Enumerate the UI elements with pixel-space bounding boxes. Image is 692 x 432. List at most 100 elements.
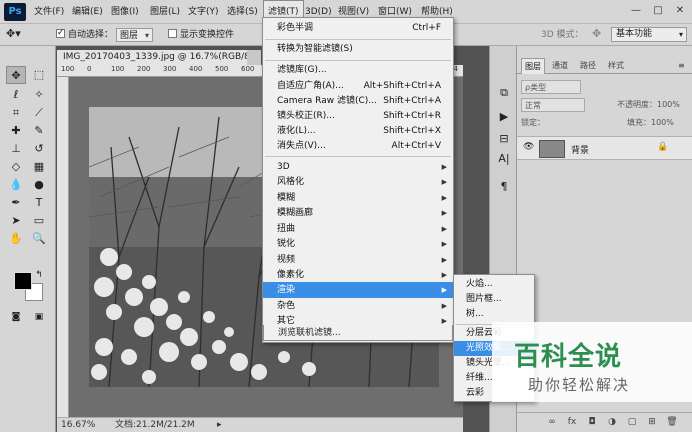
path-select-icon[interactable]: ➤ [6,212,26,230]
character-panel-icon[interactable]: A| [494,150,514,168]
menu-item-flame[interactable]: 火焰... [454,277,534,292]
menu-layer[interactable]: 图层(L) [146,0,184,24]
show-transform-checkbox[interactable]: 显示变换控件 [168,28,234,42]
menu-item-stylize[interactable]: 风格化 ▶ [263,174,453,190]
crop-tool-icon[interactable]: ⌗ [6,104,26,122]
hand-tool-icon[interactable]: ✋ [6,230,26,248]
menu-item-video[interactable]: 视频 ▶ [263,252,453,268]
menu-item-smart-filter[interactable]: 转换为智能滤镜(S) [263,41,453,57]
dodge-tool-icon[interactable]: ● [29,176,49,194]
menu-image[interactable]: 图像(I) [107,0,143,24]
zoom-level[interactable]: 16.67% [61,418,95,432]
blur-tool-icon[interactable]: 💧 [6,176,26,194]
pen-tool-icon[interactable]: ✒ [6,194,26,212]
history-brush-icon[interactable]: ↺ [29,140,49,158]
gradient-icon[interactable]: ▦ [29,158,49,176]
quick-mask-icon[interactable]: ◙ [6,308,26,326]
fill-field[interactable]: 填充：100% [627,116,674,130]
menu-item-filter-gallery[interactable]: 滤镜库(G)... [263,62,453,78]
layer-name[interactable]: 背景 [571,143,589,156]
menu-item-sharpen[interactable]: 锐化 ▶ [263,236,453,252]
menu-item-halftone[interactable]: 彩色半调 Ctrl+F [263,20,453,36]
foreground-color-swatch[interactable] [14,272,32,290]
layer-row-background[interactable]: 👁 背景 🔒 [517,136,692,160]
brush-tool-icon[interactable]: ✎ [29,122,49,140]
menu-item-browse-online-filters[interactable]: 浏览联机滤镜... [263,325,453,341]
menu-item-camera-raw[interactable]: Camera Raw 滤镜(C)... Shift+Ctrl+A [263,93,453,109]
menu-shortcut: Alt+Ctrl+V [391,141,441,151]
menu-item-label: 浏览联机滤镜... [278,328,341,338]
menu-item-adaptive-wide-angle[interactable]: 自适应广角(A)... Alt+Shift+Ctrl+A [263,78,453,94]
tab-channels[interactable]: 通道 [549,58,571,74]
menu-item-tree[interactable]: 树... [454,307,534,322]
tab-paths[interactable]: 路径 [577,58,599,74]
auto-select-value[interactable]: 图层 [116,28,154,43]
shape-tool-icon[interactable]: ▭ [29,212,49,230]
layer-kind-filter[interactable]: ρ类型 [521,80,581,94]
marquee-tool-icon[interactable]: ⬚ [29,66,49,84]
menu-item-noise[interactable]: 杂色 ▶ [263,298,453,314]
menu-type[interactable]: 文字(Y) [184,0,223,24]
auto-select-checkbox[interactable]: 自动选择： [56,26,113,42]
menu-item-picture-frame[interactable]: 图片框... [454,292,534,307]
adjustment-layer-icon[interactable]: ◑ [605,415,619,429]
blend-mode-dropdown[interactable]: 正常 [521,98,585,112]
checkbox-checked-icon[interactable] [56,26,65,40]
link-layers-icon[interactable]: ∞ [545,415,559,429]
photoshop-logo: Ps [4,3,26,21]
move-tool-icon[interactable]: ✥ [6,66,26,84]
status-bar: 16.67% 文档:21.2M/21.2M ▸ [57,417,463,432]
type-tool-icon[interactable]: T [29,194,49,212]
screen-mode-icon[interactable]: ▣ [29,308,49,326]
add-mask-icon[interactable]: ◘ [585,415,599,429]
menu-item-3d[interactable]: 3D ▶ [263,159,453,175]
visibility-eye-icon[interactable]: 👁 [523,142,534,152]
layer-thumbnail [539,140,565,158]
trash-icon[interactable]: 🗑 [665,415,679,429]
swap-colors-icon[interactable]: ↰ [29,266,49,284]
eraser-icon[interactable]: ◇ [6,158,26,176]
menu-item-distort[interactable]: 扭曲 ▶ [263,221,453,237]
checkbox-unchecked-icon[interactable] [168,29,177,38]
close-icon[interactable]: ✕ [670,2,690,20]
actions-panel-icon[interactable]: ▶ [494,108,514,126]
properties-panel-icon[interactable]: ⊟ [494,130,514,148]
opacity-field[interactable]: 不透明度：100% [617,98,680,112]
fx-icon[interactable]: fx [565,415,579,429]
new-group-icon[interactable]: ▢ [625,415,639,429]
lasso-tool-icon[interactable]: ℓ [6,86,26,104]
menu-separator [265,60,451,61]
3d-mode-icons[interactable]: ✥ [592,27,601,41]
status-arrow-icon[interactable]: ▸ [217,418,222,432]
menu-item-label: 像素化 [277,270,305,280]
magic-wand-icon[interactable]: ✧ [29,86,49,104]
workspace-dropdown[interactable]: 基本功能 [611,27,687,42]
document-tab[interactable]: IMG_20170403_1339.jpg @ 16.7%(RGB/8) * [57,50,247,65]
menu-item-blur-gallery[interactable]: 模糊画廊 ▶ [263,205,453,221]
paragraph-panel-icon[interactable]: ¶ [494,178,514,196]
clone-stamp-icon[interactable]: ⊥ [6,140,26,158]
history-panel-icon[interactable]: ⧉ [494,84,514,102]
eyedropper-icon[interactable]: ⟋ [29,104,49,122]
new-layer-icon[interactable]: ⊞ [645,415,659,429]
auto-select-dropdown[interactable]: 图层 [116,28,154,43]
menu-select[interactable]: 选择(S) [223,0,262,24]
menu-edit[interactable]: 编辑(E) [68,0,107,24]
menu-item-blur[interactable]: 模糊 ▶ [263,190,453,206]
menu-item-lens-correction[interactable]: 镜头校正(R)... Shift+Ctrl+R [263,108,453,124]
tab-layers[interactable]: 图层 [521,58,545,74]
maximize-icon[interactable]: □ [648,2,668,20]
menu-item-label: 液化(L)... [277,126,316,136]
menu-item-render[interactable]: 渲染 ▶ [263,282,453,298]
tab-styles[interactable]: 样式 [605,58,627,74]
menu-item-vanishing-point[interactable]: 消失点(V)... Alt+Ctrl+V [263,138,453,154]
menu-item-pixelate[interactable]: 像素化 ▶ [263,267,453,283]
minimize-icon[interactable]: — [626,2,646,20]
move-tool-icon[interactable]: ✥▾ [6,27,21,41]
tab-close-icon[interactable] [247,50,261,65]
panel-menu-icon[interactable]: ≡ [675,58,688,74]
healing-brush-icon[interactable]: ✚ [6,122,26,140]
zoom-tool-icon[interactable]: 🔍 [29,230,49,248]
menu-item-liquify[interactable]: 液化(L)... Shift+Ctrl+X [263,123,453,139]
menu-file[interactable]: 文件(F) [30,0,68,24]
